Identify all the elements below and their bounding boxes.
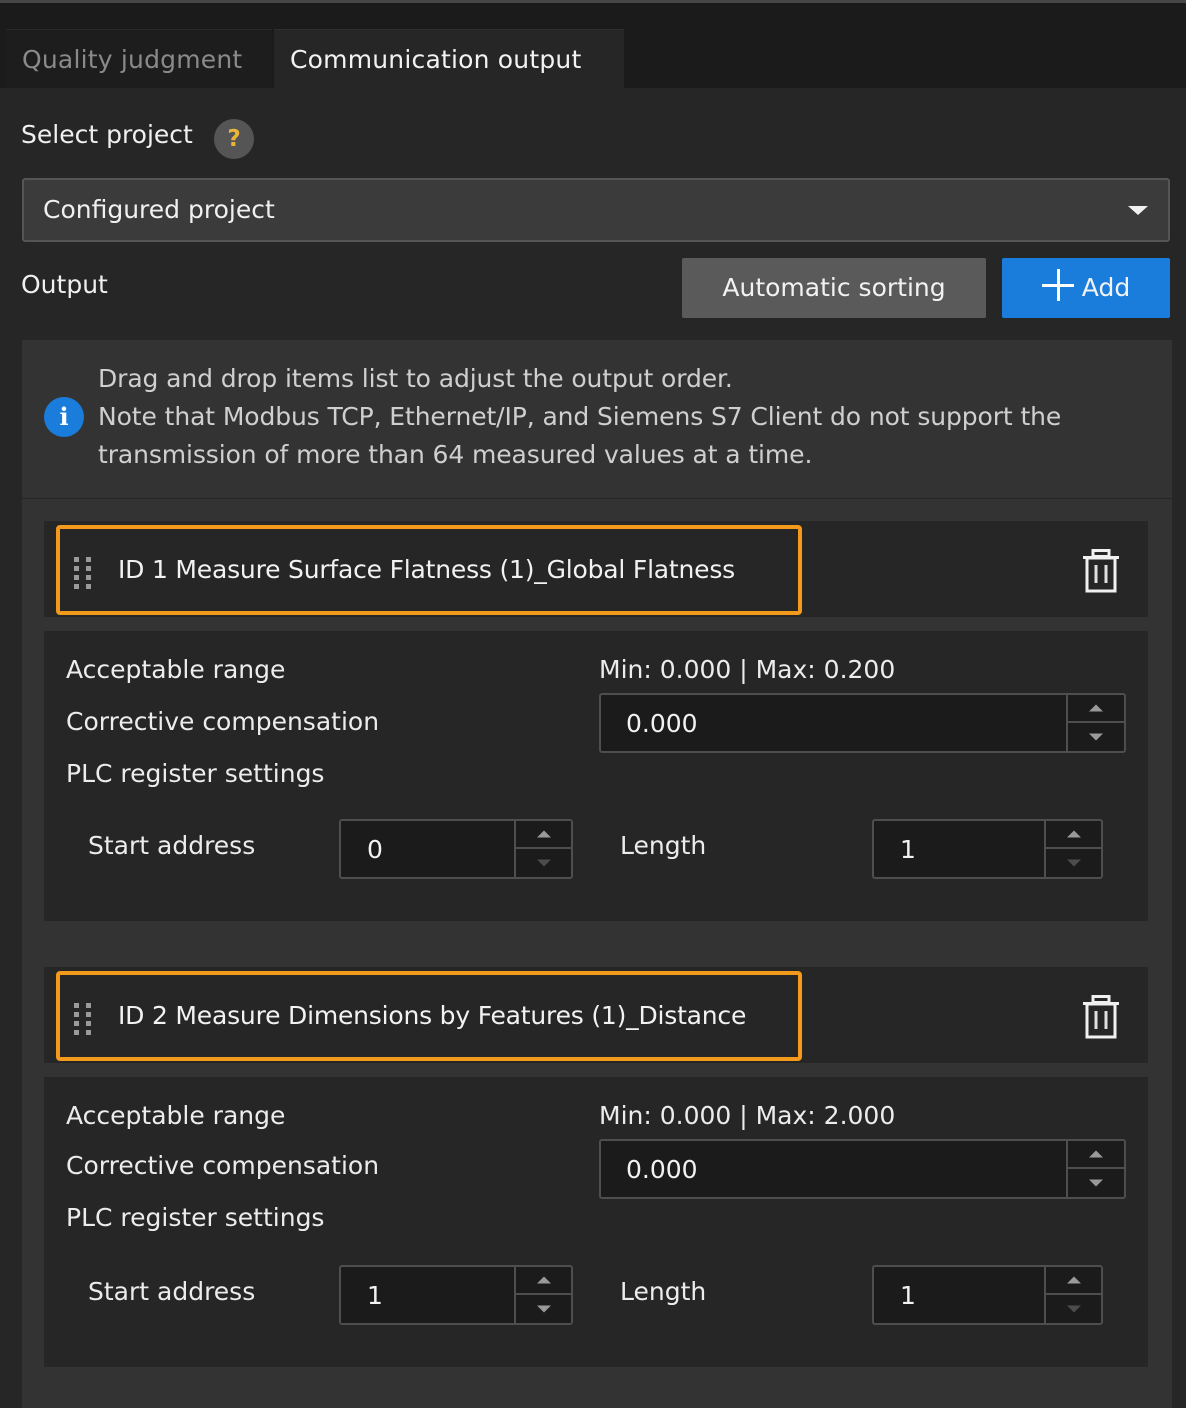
corrective-compensation-label: Corrective compensation [66,1151,380,1180]
start-address-label: Start address [88,1277,256,1306]
project-dropdown-value: Configured project [43,195,275,224]
increment-button[interactable] [1068,1141,1124,1169]
output-item-settings: Acceptable range Min: 0.000 | Max: 0.200… [44,631,1148,921]
plus-icon [1041,269,1074,301]
arrow-down-icon [536,859,551,867]
automatic-sorting-button[interactable]: Automatic sorting [682,258,986,318]
drag-handle-icon[interactable] [74,557,94,589]
arrow-up-icon [1066,1276,1081,1284]
arrow-up-icon [1066,830,1081,838]
info-line: transmission of more than 64 measured va… [98,440,813,469]
start-address-value[interactable]: 1 [341,1267,383,1323]
increment-button[interactable] [516,821,571,849]
arrow-down-icon [1066,1305,1081,1313]
arrow-up-icon [1089,704,1103,712]
info-line: Drag and drop items list to adjust the o… [98,364,733,393]
plc-register-settings-label: PLC register settings [66,1203,325,1232]
decrement-button[interactable] [1046,849,1101,877]
add-button-label: Add [1081,273,1131,302]
decrement-button[interactable] [1046,1295,1101,1323]
tab-quality-judgment[interactable]: Quality judgment [6,29,272,88]
start-address-spinbox[interactable]: 1 [339,1265,573,1325]
info-notice: i Drag and drop items list to adjust the… [22,340,1172,499]
output-item-settings: Acceptable range Min: 0.000 | Max: 2.000… [44,1077,1148,1367]
decrement-button[interactable] [516,849,571,877]
acceptable-range-label: Acceptable range [66,1101,286,1130]
increment-button[interactable] [1068,695,1124,723]
arrow-up-icon [536,1276,551,1284]
chevron-down-icon [1128,206,1148,215]
tab-communication-output[interactable]: Communication output [274,29,624,88]
start-address-label: Start address [88,831,256,860]
arrow-down-icon [536,1305,551,1313]
arrow-up-icon [1089,1150,1103,1158]
output-item-title: ID 2 Measure Dimensions by Features (1)_… [118,1001,747,1030]
arrow-down-icon [1089,733,1103,741]
length-spinbox[interactable]: 1 [872,819,1103,879]
add-button[interactable]: Add [1002,258,1170,318]
output-item-header[interactable]: ID 2 Measure Dimensions by Features (1)_… [44,967,1148,1063]
increment-button[interactable] [516,1267,571,1295]
length-label: Length [620,1277,707,1306]
increment-button[interactable] [1046,1267,1101,1295]
arrow-up-icon [536,830,551,838]
tab-bar: Quality judgment Communication output [0,3,1186,88]
select-project-label: Select project [21,120,193,149]
output-list-panel: i Drag and drop items list to adjust the… [22,340,1172,1408]
acceptable-range-value: Min: 0.000 | Max: 2.000 [599,1101,896,1130]
decrement-button[interactable] [1068,1169,1124,1197]
length-value[interactable]: 1 [874,821,916,877]
corrective-compensation-value[interactable]: 0.000 [601,1141,698,1197]
start-address-spinbox[interactable]: 0 [339,819,573,879]
arrow-down-icon [1089,1179,1103,1187]
increment-button[interactable] [1046,821,1101,849]
length-spinbox[interactable]: 1 [872,1265,1103,1325]
plc-register-settings-label: PLC register settings [66,759,325,788]
decrement-button[interactable] [516,1295,571,1323]
output-item-title: ID 1 Measure Surface Flatness (1)_Global… [118,555,736,584]
info-line: Note that Modbus TCP, Ethernet/IP, and S… [98,402,1062,431]
arrow-down-icon [1066,859,1081,867]
output-label: Output [21,270,108,299]
trash-icon[interactable] [1082,549,1120,593]
project-dropdown[interactable]: Configured project [22,178,1170,242]
length-value[interactable]: 1 [874,1267,916,1323]
drag-handle-icon[interactable] [74,1003,94,1035]
acceptable-range-value: Min: 0.000 | Max: 0.200 [599,655,896,684]
length-label: Length [620,831,707,860]
corrective-compensation-spinbox[interactable]: 0.000 [599,693,1126,753]
output-item-title-box[interactable]: ID 2 Measure Dimensions by Features (1)_… [56,971,802,1061]
output-item-header[interactable]: ID 1 Measure Surface Flatness (1)_Global… [44,521,1148,617]
question-mark-icon[interactable]: ? [214,119,254,159]
corrective-compensation-label: Corrective compensation [66,707,380,736]
start-address-value[interactable]: 0 [341,821,383,877]
info-icon: i [44,397,84,437]
acceptable-range-label: Acceptable range [66,655,286,684]
decrement-button[interactable] [1068,723,1124,751]
corrective-compensation-spinbox[interactable]: 0.000 [599,1139,1126,1199]
output-item-title-box[interactable]: ID 1 Measure Surface Flatness (1)_Global… [56,525,802,615]
corrective-compensation-value[interactable]: 0.000 [601,695,698,751]
trash-icon[interactable] [1082,995,1120,1039]
